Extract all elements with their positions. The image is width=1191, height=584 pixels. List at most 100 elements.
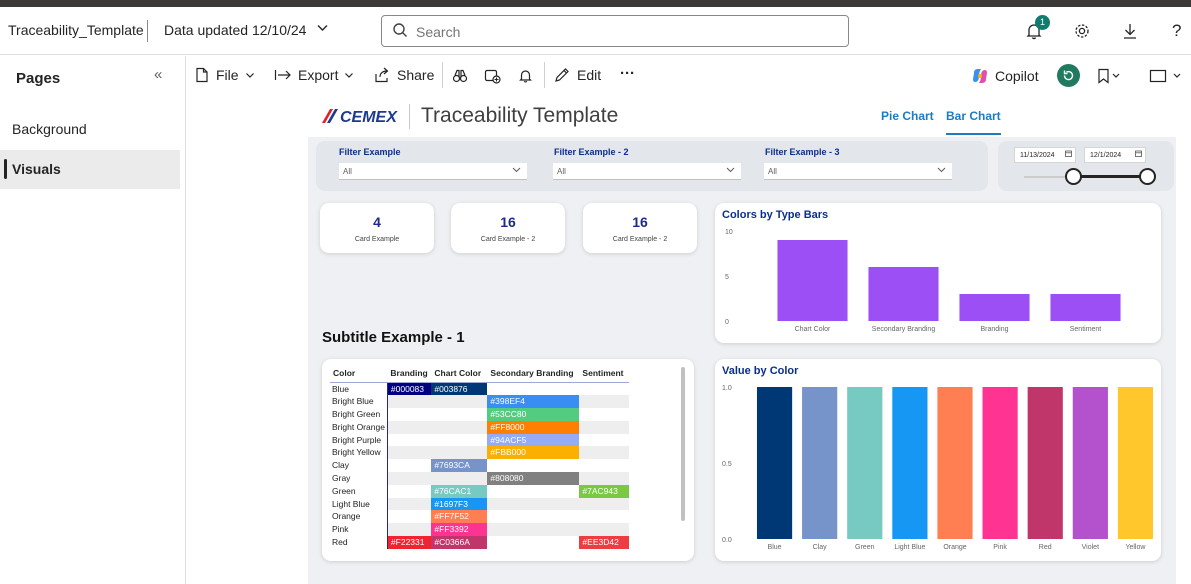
bar [777, 240, 848, 321]
view-icon[interactable] [1149, 68, 1185, 84]
empty-cell [386, 420, 432, 434]
subscribe-icon[interactable] [484, 68, 501, 84]
edit-button[interactable]: Edit [554, 67, 601, 83]
column-header[interactable]: Branding [387, 365, 432, 383]
bar [802, 387, 838, 539]
end-date-input[interactable]: 12/1/2024 [1084, 147, 1146, 163]
data-updated-label[interactable]: Data updated 12/10/24 [164, 22, 306, 38]
column-header[interactable]: Color [330, 365, 388, 383]
search-box[interactable] [381, 15, 849, 47]
empty-cell [386, 395, 432, 409]
share-button[interactable]: Share [374, 67, 434, 83]
empty-cell [579, 434, 629, 447]
color-cell: #53CC80 [487, 408, 580, 421]
tab-bar-chart[interactable]: Bar Chart [946, 109, 1001, 135]
tab-pie-chart[interactable]: Pie Chart [881, 109, 934, 123]
card-3[interactable]: 16 Card Example - 2 [583, 203, 697, 253]
chevron-down-icon[interactable] [317, 22, 328, 36]
search-input[interactable] [416, 22, 816, 42]
more-options-icon[interactable]: ··· [620, 65, 635, 82]
empty-cell [579, 510, 629, 523]
empty-cell [431, 420, 488, 434]
page-item-visuals[interactable]: Visuals [0, 150, 180, 189]
color-cell: #FF8000 [487, 420, 580, 434]
x-tick-label: Secondary Branding [872, 326, 936, 333]
empty-cell [579, 382, 629, 395]
x-tick-label: Violet [1082, 544, 1099, 551]
start-date-input[interactable]: 11/13/2024 [1014, 147, 1076, 163]
table-row: Orange #FF7F52 [330, 510, 629, 524]
collapse-pane-icon[interactable]: « [154, 66, 162, 83]
y-tick-label: 0.0 [722, 537, 732, 544]
slider-end-handle[interactable] [1139, 168, 1156, 185]
gear-icon[interactable] [1070, 19, 1094, 43]
report-page: CEMEX Traceability Template Pie Chart Ba… [308, 95, 1176, 584]
row-label: Bright Green [332, 409, 381, 420]
page-item-background[interactable]: Background [0, 110, 180, 149]
empty-cell [386, 459, 432, 473]
x-tick-label: Blue [768, 544, 782, 551]
color-cell: #7AC943 [579, 484, 630, 498]
row-label: Green [332, 485, 356, 496]
color-cell: #FBB000 [487, 446, 580, 460]
divider [147, 20, 148, 42]
file-title[interactable]: Traceability_Template [8, 22, 144, 38]
file-menu[interactable]: File [194, 67, 255, 83]
color-matrix-panel[interactable]: Color Branding Chart Color Secondary Brandi… [322, 359, 694, 561]
x-tick-label: Clay [813, 544, 828, 551]
card-2[interactable]: 16 Card Example - 2 [451, 203, 565, 253]
bell-icon[interactable] [518, 68, 533, 83]
filter-dropdown-2[interactable]: All [553, 163, 741, 180]
x-tick-label: Chart Color [795, 326, 831, 333]
filter-dropdown-1[interactable]: All [339, 163, 527, 180]
y-tick-label: 1.0 [722, 385, 732, 392]
x-tick-label: Branding [980, 326, 1008, 333]
calendar-icon[interactable] [1135, 148, 1142, 164]
file-label: File [216, 67, 239, 83]
value-by-color-chart[interactable]: Value by Color 0.0 0.5 1.0 Blue Clay Green Lig… [715, 359, 1161, 561]
column-header[interactable]: Sentiment [579, 365, 630, 383]
filter-dropdown-3[interactable]: All [764, 163, 952, 180]
empty-cell [487, 382, 579, 395]
table-row: Bright Orange #FF8000 [330, 420, 630, 434]
column-header[interactable]: Chart Color [431, 365, 488, 383]
download-icon[interactable] [1118, 19, 1142, 43]
slider-start-handle[interactable] [1065, 168, 1082, 185]
color-cell: #C0366A [431, 536, 488, 549]
table-row: Bright Yellow #FBB000 [330, 446, 630, 460]
x-tick-label: Light Blue [894, 544, 925, 551]
empty-cell [579, 395, 630, 409]
color-cell: #F22331 [386, 536, 432, 549]
color-cell: #398EF4 [487, 395, 580, 409]
refresh-icon[interactable] [1057, 64, 1080, 87]
bar [756, 387, 793, 539]
card-label: Card Example - 2 [480, 236, 536, 243]
empty-cell [386, 433, 432, 447]
date-slicer: 11/13/2024 12/1/2024 [998, 141, 1174, 191]
empty-cell [386, 510, 432, 524]
colors-by-type-chart[interactable]: Colors by Type Bars 0 5 10 Chart Color Secon… [715, 203, 1161, 343]
cemex-logo: CEMEX [320, 107, 405, 130]
table-row: Red #F22331 #C0366A #EE3D42 [330, 536, 630, 549]
page-item-label: Background [12, 121, 87, 137]
row-label: Bright Orange [332, 421, 385, 432]
row-label: Light Blue [332, 498, 370, 509]
color-cell: #7693CA [431, 459, 488, 473]
card-1[interactable]: 4 Card Example [320, 203, 434, 253]
color-cell: #1697F3 [431, 497, 488, 511]
start-date: 11/13/2024 [1020, 152, 1055, 159]
bookmark-icon[interactable] [1097, 68, 1121, 84]
binoculars-icon[interactable] [452, 68, 468, 84]
bar [937, 387, 973, 539]
calendar-icon[interactable] [1065, 148, 1072, 164]
export-menu[interactable]: Export [274, 67, 354, 83]
row-label: Bright Blue [332, 396, 374, 407]
vertical-scrollbar[interactable] [681, 367, 685, 521]
date-slider-range [1074, 175, 1148, 178]
copilot-button[interactable]: Copilot [971, 67, 1039, 85]
help-icon[interactable]: ? [1172, 21, 1181, 41]
column-header[interactable]: Secondary Branding [487, 365, 580, 383]
row-label: Clay [332, 460, 350, 471]
share-label: Share [397, 67, 435, 83]
card-value: 4 [373, 214, 381, 230]
